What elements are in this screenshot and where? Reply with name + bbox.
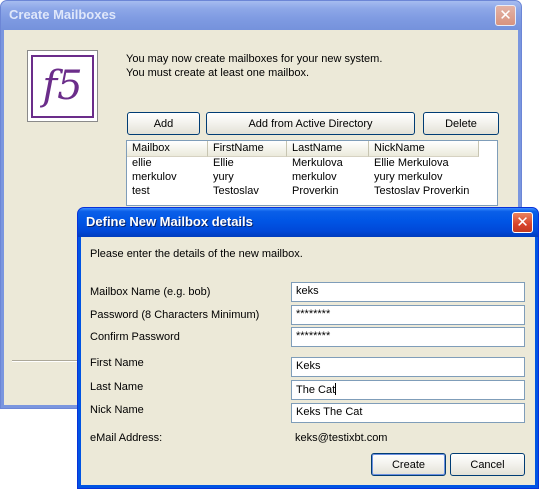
column-header-mailbox[interactable]: Mailbox	[127, 141, 208, 157]
column-header-lastname[interactable]: LastName	[287, 141, 369, 157]
confirm-password-input[interactable]: ********	[291, 327, 525, 347]
cell-mailbox: ellie	[132, 157, 152, 169]
list-row[interactable]: test Testoslav Proverkin Testoslav Prove…	[127, 185, 497, 199]
first-name-input[interactable]: Keks	[291, 357, 525, 377]
close-icon[interactable]: ✕	[495, 5, 516, 26]
intro-line-1: You may now create mailboxes for your ne…	[126, 53, 383, 65]
create-button[interactable]: Create	[371, 453, 446, 476]
cell-firstname: Testoslav	[213, 185, 259, 197]
dialog-title: Define New Mailbox details	[86, 214, 253, 229]
last-name-label: Last Name	[90, 381, 144, 393]
delete-button[interactable]: Delete	[423, 112, 499, 135]
last-name-input[interactable]: The Cat	[291, 380, 525, 400]
window-title: Create Mailboxes	[9, 7, 116, 22]
dialog-client-area: Please enter the details of the new mail…	[81, 237, 535, 485]
confirm-password-label: Confirm Password	[90, 331, 180, 343]
close-icon[interactable]: ✕	[512, 212, 533, 233]
list-row[interactable]: merkulov yury merkulov yury merkulov	[127, 171, 497, 185]
cell-mailbox: merkulov	[132, 171, 177, 183]
last-name-value: The Cat	[296, 384, 336, 396]
dialog-intro: Please enter the details of the new mail…	[90, 248, 303, 260]
intro-line-2: You must create at least one mailbox.	[126, 67, 310, 79]
cell-nickname: Testoslav Proverkin	[374, 185, 470, 197]
cell-mailbox: test	[132, 185, 150, 197]
password-input[interactable]: ********	[291, 305, 525, 325]
text-caret	[335, 383, 337, 395]
cell-nickname: yury merkulov	[374, 171, 443, 183]
cell-firstname: Ellie	[213, 157, 234, 169]
first-name-label: First Name	[90, 357, 144, 369]
email-value: keks@testixbt.com	[295, 432, 388, 444]
email-label: eMail Address:	[90, 432, 163, 444]
title-bar[interactable]: Create Mailboxes ✕	[1, 1, 521, 30]
add-button[interactable]: Add	[127, 112, 200, 135]
list-row[interactable]: ellie Ellie Merkulova Ellie Merkulova	[127, 157, 497, 171]
cell-lastname: merkulov	[292, 171, 337, 183]
define-mailbox-dialog: Define New Mailbox details ✕ Please ente…	[77, 207, 539, 489]
dialog-title-bar[interactable]: Define New Mailbox details ✕	[78, 208, 538, 237]
list-header: Mailbox FirstName LastName NickName	[127, 141, 497, 157]
cell-nickname: Ellie Merkulova	[374, 157, 449, 169]
column-header-nickname[interactable]: NickName	[369, 141, 479, 157]
cancel-button[interactable]: Cancel	[450, 453, 525, 476]
f5-logo-icon: f5	[31, 54, 94, 118]
mailbox-name-label: Mailbox Name (e.g. bob)	[90, 286, 211, 298]
cell-lastname: Proverkin	[292, 185, 339, 197]
password-label: Password (8 Characters Minimum)	[90, 309, 260, 321]
logo: f5	[27, 50, 98, 122]
column-header-firstname[interactable]: FirstName	[208, 141, 287, 157]
add-from-ad-button[interactable]: Add from Active Directory	[206, 112, 415, 135]
mailbox-name-input[interactable]: keks	[291, 282, 525, 302]
nick-name-label: Nick Name	[90, 404, 144, 416]
nick-name-input[interactable]: Keks The Cat	[291, 403, 525, 423]
cell-lastname: Merkulova	[292, 157, 343, 169]
cell-firstname: yury	[213, 171, 234, 183]
mailbox-list[interactable]: Mailbox FirstName LastName NickName elli…	[126, 140, 498, 206]
separator-line	[12, 360, 80, 362]
